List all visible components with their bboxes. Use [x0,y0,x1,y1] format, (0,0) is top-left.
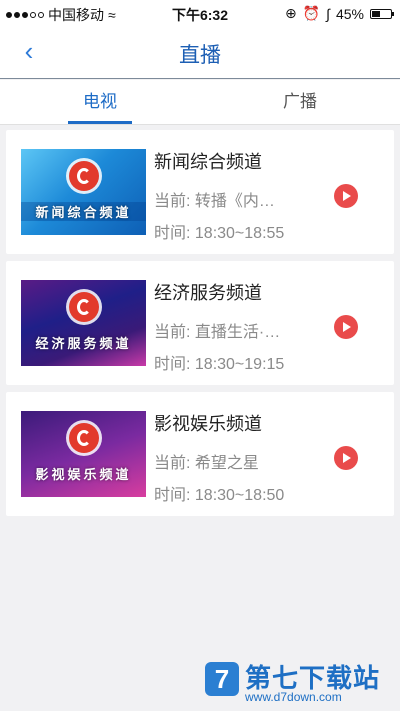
watermark: 7 第七下载站 www.d7down.com [205,656,395,706]
channel-thumbnail[interactable]: 经济服务频道 [21,280,146,366]
channel-current-program: 当前: 转播《内… [154,193,275,210]
alarm-icon: ⏰ [302,5,321,21]
channel-logo-icon [69,292,99,322]
watermark-logo-icon: 7 [205,662,239,696]
nav-bar: ‹ 直播 [0,26,400,79]
channel-list: 新闻综合频道 新闻综合频道 当前: 转播《内… 时间: 18:30~18:55 … [6,130,394,523]
channel-current-program: 当前: 直播生活·… [154,324,281,341]
status-bar: 中国移动 ≈ 下午6:32 ⊕ ⏰ ∫ 45% [0,0,400,26]
play-icon[interactable] [334,184,358,208]
watermark-url: www.d7down.com [245,690,342,704]
page-title: 直播 [179,44,221,67]
thumbnail-label: 经济服务频道 [35,336,132,351]
channel-card[interactable]: 影视娱乐频道 影视娱乐频道 当前: 希望之星 时间: 18:30~18:50 [6,392,394,516]
channel-name: 新闻综合频道 [154,152,262,172]
bluetooth-icon: ∫ [326,5,330,22]
channel-logo-icon [69,161,99,191]
tab-bar: 电视 广播 [0,80,400,125]
orientation-lock-icon: ⊕ [284,5,297,21]
status-right: ⊕ ⏰ ∫ 45% [284,5,394,22]
channel-logo-icon [69,423,99,453]
channel-thumbnail[interactable]: 影视娱乐频道 [21,411,146,497]
channel-thumbnail[interactable]: 新闻综合频道 [21,149,146,235]
tab-indicator [68,121,132,124]
channel-name: 影视娱乐频道 [154,414,262,434]
channel-name: 经济服务频道 [154,283,262,303]
channel-card[interactable]: 新闻综合频道 新闻综合频道 当前: 转播《内… 时间: 18:30~18:55 [6,130,394,254]
thumbnail-label: 影视娱乐频道 [35,467,132,482]
channel-current-program: 当前: 希望之星 [154,455,259,472]
battery-icon [370,8,394,19]
play-icon[interactable] [334,315,358,339]
battery-percent: 45% [335,5,364,22]
tab-radio[interactable]: 广播 [200,80,400,124]
thumbnail-label: 新闻综合频道 [21,202,146,221]
channel-time: 时间: 18:30~18:55 [154,225,285,242]
channel-time: 时间: 18:30~19:15 [154,356,285,373]
play-icon[interactable] [334,446,358,470]
tab-tv[interactable]: 电视 [0,80,200,124]
channel-card[interactable]: 经济服务频道 经济服务频道 当前: 直播生活·… 时间: 18:30~19:15 [6,261,394,385]
channel-time: 时间: 18:30~18:50 [154,487,285,504]
